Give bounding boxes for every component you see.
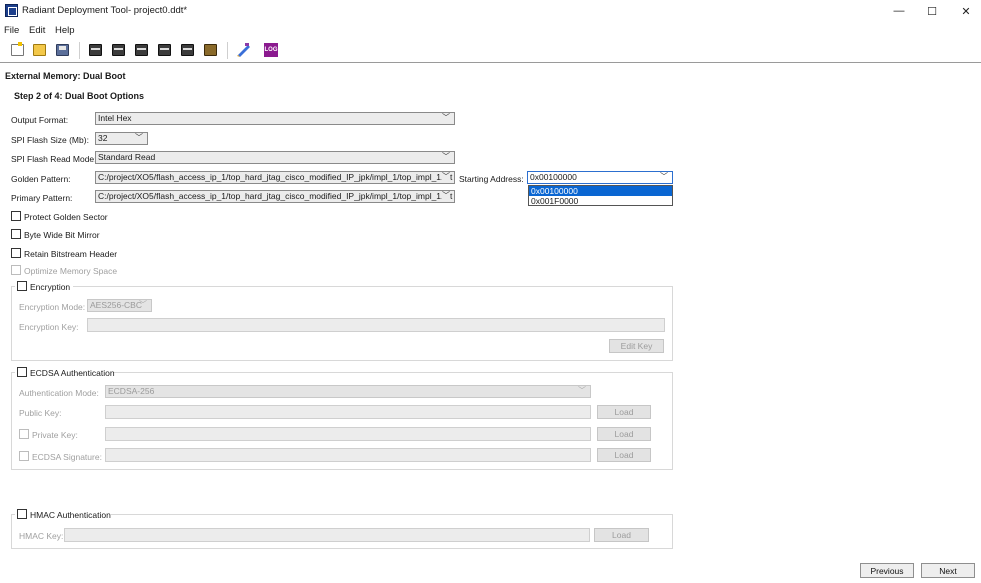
window-title: Radiant Deployment Tool- project0.ddt* [22,5,188,16]
encryption-mode-select[interactable]: AES256-CBC ﹀ [87,299,152,312]
menu-bar [0,22,981,38]
ecdsa-checkbox[interactable] [17,367,27,377]
encryption-key-input[interactable] [87,318,665,332]
optimize-memory-label: Optimize Memory Space [24,266,118,276]
private-key-input[interactable] [105,427,591,441]
spi-read-mode-label: SPI Flash Read Mode: [11,154,97,164]
open-icon[interactable] [33,44,46,56]
spi-flash-size-value: 32 [98,133,108,143]
byte-wide-label: Byte Wide Bit Mirror [24,230,100,240]
new-icon[interactable] [11,42,24,56]
bin-icon[interactable] [204,44,217,56]
public-key-load-button[interactable]: Load [597,405,651,419]
ecdsa-signature-input[interactable] [105,448,591,462]
close-button[interactable]: ✕ [949,0,981,22]
step-title: Step 2 of 4: Dual Boot Options [14,91,144,101]
chevron-down-icon: ﹀ [442,113,450,122]
menu-edit[interactable]: Edit [29,25,45,36]
auth-mode-label: Authentication Mode: [19,388,99,398]
starting-address-value: 0x00100000 [530,172,577,182]
mcs-icon[interactable] [158,44,171,56]
edit-key-button[interactable]: Edit Key [609,339,664,353]
hmac-title: HMAC Authentication [30,510,111,520]
chevron-down-icon: ﹀ [660,172,668,181]
dropdown-option[interactable]: 0x00100000 [529,186,672,196]
ecdsa-signature-label: ECDSA Signature: [32,452,102,462]
hmac-key-label: HMAC Key: [19,531,64,541]
ecdsa-title: ECDSA Authentication [30,368,115,378]
dropdown-option[interactable]: 0x001F0000 [529,196,672,206]
maximize-button[interactable]: ☐ [915,0,949,22]
chevron-down-icon: ﹀ [135,133,143,142]
encryption-mode-label: Encryption Mode: [19,302,86,312]
toolbar-separator [227,42,228,59]
retain-header-label: Retain Bitstream Header [24,249,118,259]
hmac-key-input[interactable] [64,528,590,542]
hmac-checkbox[interactable] [17,509,27,519]
jed-icon[interactable] [135,44,148,56]
optimize-memory-checkbox[interactable] [11,265,21,275]
auth-mode-value: ECDSA-256 [108,386,155,396]
svf-icon[interactable] [181,44,194,56]
spi-flash-size-label: SPI Flash Size (Mb): [11,135,89,145]
menu-help[interactable]: Help [55,25,75,36]
golden-pattern-label: Golden Pattern: [11,174,71,184]
encryption-checkbox[interactable] [17,281,27,291]
output-format-label: Output Format: [11,115,69,125]
section-title: External Memory: Dual Boot [5,71,126,81]
encryption-key-label: Encryption Key: [19,322,79,332]
chevron-down-icon: ﹀ [578,386,586,395]
public-key-label: Public Key: [19,408,62,418]
chevron-down-icon: ﹀ [139,300,147,309]
private-key-label: Private Key: [32,430,78,440]
private-key-load-button[interactable]: Load [597,427,651,441]
auth-mode-select[interactable]: ECDSA-256 ﹀ [105,385,591,398]
minimize-button[interactable]: — [882,0,916,22]
chevron-down-icon: ﹀ [442,152,450,161]
starting-address-select[interactable]: 0x00100000 ﹀ [527,171,673,184]
spi-flash-size-select[interactable]: 32 ﹀ [95,132,148,145]
isc-icon[interactable] [89,44,102,56]
programmer-icon[interactable] [236,42,252,58]
primary-pattern-value: C:/project/XO5/flash_access_ip_1/top_har… [98,191,453,201]
ecdsa-signature-checkbox[interactable] [19,451,29,461]
hex-icon[interactable] [112,44,125,56]
hmac-load-button[interactable]: Load [594,528,649,542]
toolbar-separator [79,42,80,59]
menu-file[interactable]: File [4,25,19,36]
private-key-checkbox[interactable] [19,429,29,439]
retain-header-checkbox[interactable] [11,248,21,258]
log-icon[interactable]: LOG [264,43,278,57]
previous-button[interactable]: Previous [860,563,914,578]
encryption-mode-value: AES256-CBC [90,300,142,310]
app-icon [5,4,18,17]
output-format-value: Intel Hex [98,113,132,123]
starting-address-label: Starting Address: [459,174,524,184]
next-button[interactable]: Next [921,563,975,578]
starting-address-dropdown: 0x00100000 0x001F0000 [528,185,673,206]
protect-golden-checkbox[interactable] [11,211,21,221]
golden-pattern-select[interactable]: C:/project/XO5/flash_access_ip_1/top_har… [95,171,455,184]
public-key-input[interactable] [105,405,591,419]
golden-pattern-value: C:/project/XO5/flash_access_ip_1/top_har… [98,172,453,182]
primary-pattern-select[interactable]: C:/project/XO5/flash_access_ip_1/top_har… [95,190,455,203]
encryption-title: Encryption [30,282,71,292]
chevron-down-icon: ﹀ [442,172,450,182]
protect-golden-label: Protect Golden Sector [24,212,108,222]
spi-read-mode-value: Standard Read [98,152,156,162]
spi-read-mode-select[interactable]: Standard Read ﹀ [95,151,455,164]
primary-pattern-label: Primary Pattern: [11,193,73,203]
byte-wide-checkbox[interactable] [11,229,21,239]
save-icon[interactable] [56,44,69,56]
ecdsa-signature-load-button[interactable]: Load [597,448,651,462]
chevron-down-icon: ﹀ [442,191,450,201]
output-format-select[interactable]: Intel Hex ﹀ [95,112,455,125]
